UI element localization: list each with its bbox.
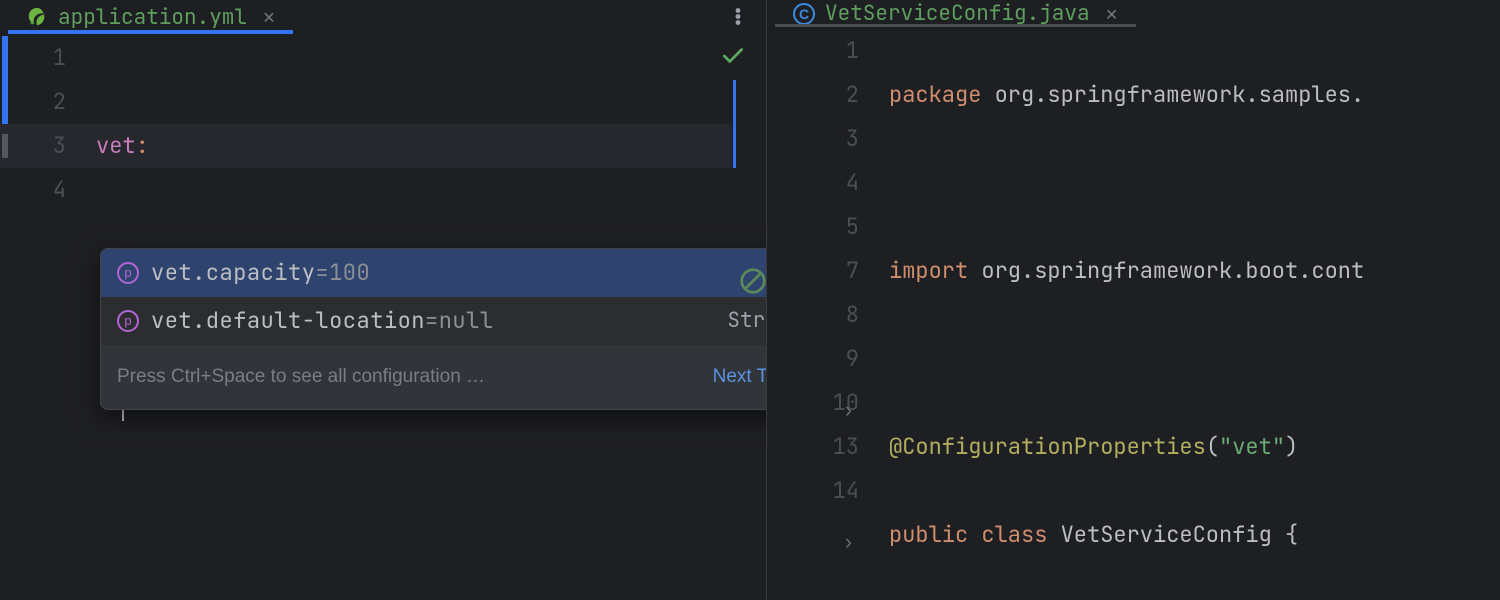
line-gutter: 1 2 3 4 [0, 34, 96, 600]
completion-popup: p vet.capacity=100 int p vet.default-loc… [100, 248, 766, 410]
tab-label: application.yml [58, 4, 247, 31]
code-area-right[interactable]: package org.springframework.samples. imp… [889, 27, 1500, 600]
completion-item[interactable]: p vet.default-location=null String [101, 297, 766, 345]
tab-bar-left: application.yml ✕ ••• [0, 0, 766, 34]
tab-bar-kebab-icon[interactable]: ••• [718, 0, 758, 34]
caret-right-stripe [733, 80, 736, 168]
completion-item[interactable]: p vet.capacity=100 int [101, 249, 766, 297]
property-icon: p [117, 310, 139, 332]
editor-body-right[interactable]: 1 2 3 4 5 7 8 9 10 13 14 › › package org… [767, 27, 1500, 600]
tab-label: VetServiceConfig.java [825, 0, 1090, 27]
close-tab-icon[interactable]: ✕ [1106, 1, 1118, 27]
spring-leaf-icon [26, 6, 48, 28]
completion-hint: Press Ctrl+Space to see all configuratio… [117, 355, 699, 399]
editor-pane-right: C VetServiceConfig.java ✕ 1 2 3 4 5 7 8 … [766, 0, 1500, 600]
editor-pane-left: application.yml ✕ ••• 1 2 3 4 vet: defa [0, 0, 766, 600]
completion-footer: Press Ctrl+Space to see all configuratio… [101, 345, 766, 409]
fold-chevron-icon[interactable]: › [843, 389, 854, 433]
java-class-icon: C [793, 3, 815, 25]
next-tip-link[interactable]: Next Tip [713, 355, 766, 399]
readonly-forbidden-icon [738, 266, 766, 311]
tab-application-yml[interactable]: application.yml ✕ [8, 0, 293, 34]
inspection-ok-icon[interactable] [720, 40, 746, 84]
property-icon: p [117, 262, 139, 284]
tab-vetserviceconfig[interactable]: C VetServiceConfig.java ✕ [775, 0, 1136, 27]
line-gutter: 1 2 3 4 5 7 8 9 10 13 14 › › [767, 27, 889, 600]
editor-body-left[interactable]: 1 2 3 4 vet: default-location: 'New-York… [0, 34, 766, 600]
tab-bar-right: C VetServiceConfig.java ✕ [767, 0, 1500, 27]
fold-chevron-icon[interactable]: › [843, 521, 854, 565]
close-tab-icon[interactable]: ✕ [263, 4, 275, 30]
